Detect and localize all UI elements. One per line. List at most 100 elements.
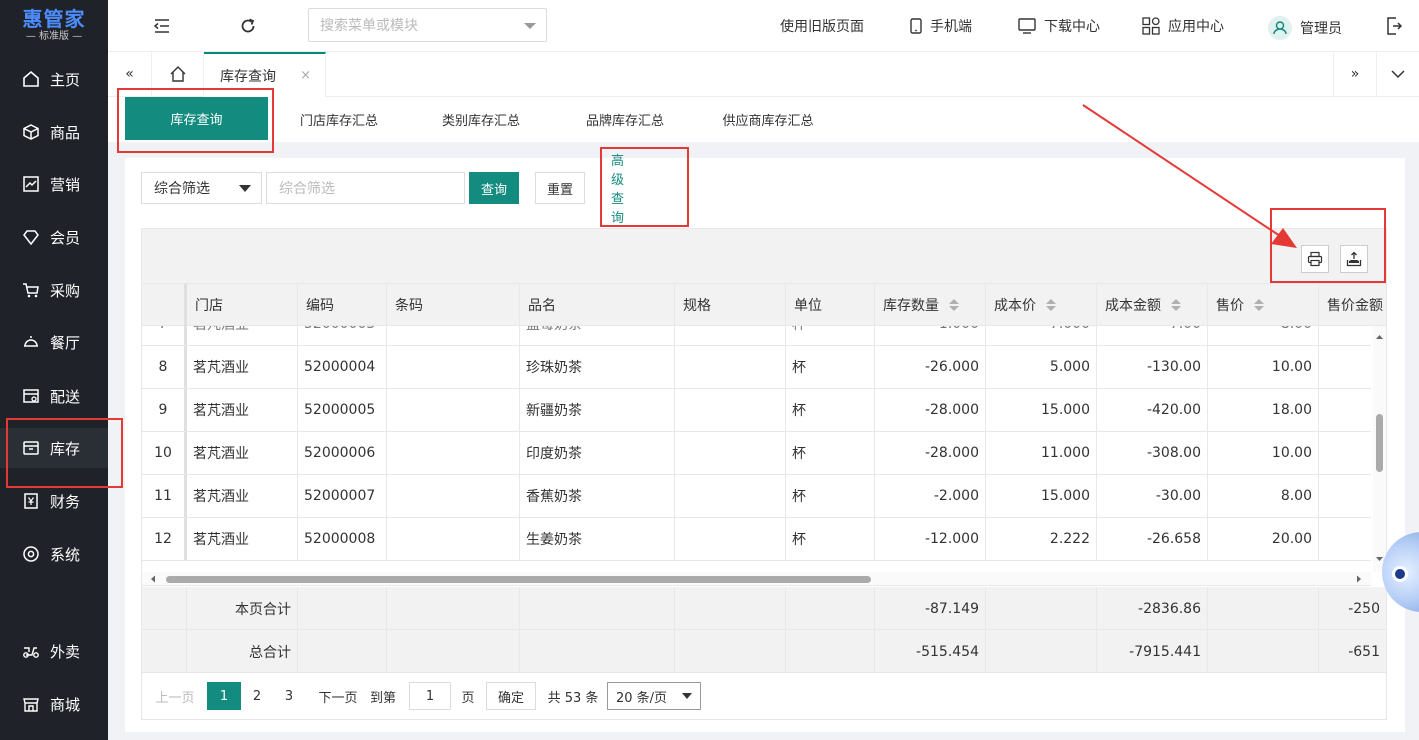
old-page-link[interactable]: 使用旧版页面 [780,16,864,36]
horizontal-scroll-thumb[interactable] [166,576,871,583]
vertical-scroll-thumb[interactable] [1376,414,1383,472]
grand-total-amount: -7915.441 [1097,630,1208,673]
cell-price-amount [1319,389,1371,431]
subtab-brand-summary[interactable]: 品牌库存汇总 [574,97,676,141]
sort-icon[interactable] [1254,299,1264,311]
sidebar-item-restaurant[interactable]: 餐厅 [0,322,108,362]
header-cost-price[interactable]: 成本价 [986,284,1097,326]
goto-confirm-button[interactable]: 确定 [486,682,536,710]
sidebar-item-mall[interactable]: 商城 [0,684,108,724]
advanced-query-link[interactable]: 高级查询 [611,154,624,226]
menu-search-select[interactable]: 搜索菜单或模块 [308,8,547,42]
cell-index: 7 [142,326,187,345]
header-sale-price[interactable]: 售价 [1208,284,1319,326]
home-tab-button[interactable] [152,52,204,96]
export-button[interactable] [1340,245,1368,273]
goto-page-input[interactable]: 1 [409,682,451,710]
cell-code: 52000008 [298,518,387,560]
cell-store: 茗芃酒业 [187,346,298,388]
chevron-down-icon [239,185,251,192]
page-size-select[interactable]: 20 条/页 [607,682,701,710]
subtab-category-summary[interactable]: 类别库存汇总 [430,97,532,141]
subtab-supplier-summary[interactable]: 供应商库存汇总 [710,97,826,141]
grand-total-row: 总合计 -515.454 -7915.441 -651 [142,630,1386,673]
sort-icon[interactable] [949,299,959,311]
cell-qty: -28.000 [875,389,986,431]
collapse-menu-icon[interactable] [152,16,172,36]
app-center-link[interactable]: 应用中心 [1142,16,1224,36]
table-row[interactable]: 9 茗芃酒业 52000005 新疆奶茶 杯 -28.000 15.000 -420.00 18… [142,389,1371,432]
sort-icon[interactable] [1171,299,1181,311]
print-button[interactable] [1301,245,1329,273]
table-row[interactable]: 12 茗芃酒业 52000008 生姜奶茶 杯 -12.000 2.222 -26.658 20… [142,518,1371,561]
table-row[interactable]: 7 茗芃酒业 52000003 蓝莓奶茶 杯 1.000 7.000 7.00 … [142,326,1371,346]
close-icon[interactable]: × [300,68,311,83]
cell-spec [675,475,786,517]
filter-keyword-input[interactable]: 综合筛选 [266,172,465,204]
page-3-button[interactable]: 3 [277,682,301,710]
header-cost-amount[interactable]: 成本金额 [1097,284,1208,326]
brand-logo[interactable]: 惠管家 — 标准版 — [0,0,108,52]
cell-spec [675,326,786,345]
download-center-link[interactable]: 下载中心 [1018,16,1100,36]
cell-unit: 杯 [786,326,875,345]
tabs-scroll-right-button[interactable]: » [1333,52,1377,96]
table-row[interactable]: 10 茗芃酒业 52000006 印度奶茶 杯 -28.000 11.000 -308.00 1… [142,432,1371,475]
next-page-button[interactable]: 下一页 [317,682,359,710]
user-name: 管理员 [1300,21,1342,37]
sidebar-item-member[interactable]: 会员 [0,217,108,257]
sidebar-item-goods[interactable]: 商品 [0,112,108,152]
sidebar-item-delivery[interactable]: 配送 [0,376,108,416]
header-stock-qty[interactable]: 库存数量 [875,284,986,326]
cell-qty: -2.000 [875,475,986,517]
apps-icon [1142,17,1160,35]
filter-type-select[interactable]: 综合筛选 [141,172,262,204]
mobile-label: 手机端 [930,19,972,35]
tabs-menu-button[interactable] [1377,52,1419,96]
reset-button[interactable]: 重置 [535,172,585,204]
scroll-up-icon[interactable] [1373,332,1386,342]
subtab-inventory-query[interactable]: 库存查询 [125,97,268,140]
tab-label: 库存查询 [220,68,276,85]
logout-icon[interactable] [1384,16,1404,36]
sidebar-item-purchase[interactable]: 采购 [0,270,108,310]
page-1-button[interactable]: 1 [207,682,241,710]
cell-index: 9 [142,389,187,431]
cell-amount: -30.00 [1097,475,1208,517]
double-chevron-left-icon: « [125,66,134,82]
user-menu[interactable]: 管理员 [1268,16,1342,40]
cell-name: 生姜奶茶 [520,518,675,560]
app-center-label: 应用中心 [1168,19,1224,35]
sidebar-item-system[interactable]: 系统 [0,534,108,574]
sidebar-item-finance[interactable]: 财务 [0,481,108,521]
query-button[interactable]: 查询 [469,172,519,204]
total-barcode [387,630,520,673]
prev-page-button[interactable]: 上一页 [155,682,195,710]
mobile-link[interactable]: 手机端 [910,16,972,36]
cell-spec [675,346,786,388]
table-row[interactable]: 11 茗芃酒业 52000007 香蕉奶茶 杯 -2.000 15.000 -30.00 8.0… [142,475,1371,518]
sidebar-item-home[interactable]: 主页 [0,59,108,99]
tab-inventory-query[interactable]: 库存查询 × [204,52,326,97]
cell-cost: 2.222 [986,518,1097,560]
refresh-icon[interactable] [238,16,258,36]
tabs-scroll-left-button[interactable]: « [108,52,152,96]
table-row[interactable]: 8 茗芃酒业 52000004 珍珠奶茶 杯 -26.000 5.000 -130.00 10.… [142,346,1371,389]
total-price [1208,587,1319,630]
sidebar-item-marketing[interactable]: 营销 [0,164,108,204]
cell-unit: 杯 [786,346,875,388]
total-index [142,587,187,630]
scroll-left-icon[interactable] [148,572,158,586]
page-2-button[interactable]: 2 [245,682,269,710]
sidebar-item-inventory[interactable]: 库存 [0,428,108,468]
sidebar-item-takeout[interactable]: 外卖 [0,631,108,671]
scroll-right-icon[interactable] [1354,572,1364,586]
sort-icon[interactable] [1046,299,1056,311]
subtab-store-summary[interactable]: 门店库存汇总 [288,97,390,141]
horizontal-scrollbar[interactable] [142,572,1371,586]
goto-label: 到第 [369,690,396,706]
cell-qty: -28.000 [875,432,986,474]
page-total-row: 本页合计 -87.149 -2836.86 -250 [142,587,1386,630]
cell-name: 珍珠奶茶 [520,346,675,388]
vertical-scrollbar[interactable] [1373,326,1386,572]
